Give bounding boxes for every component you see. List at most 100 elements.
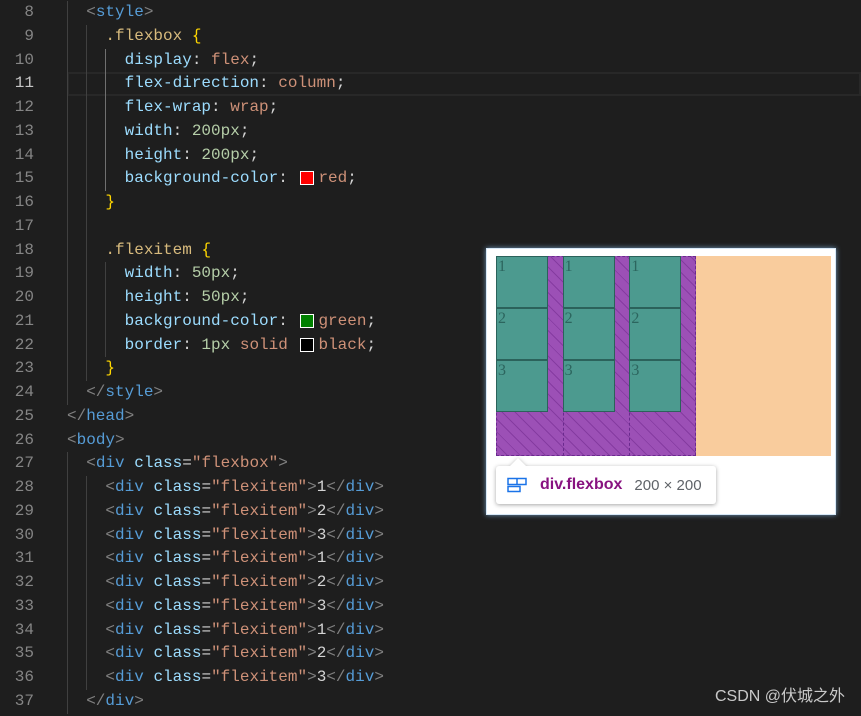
code-token: 2 — [316, 644, 327, 663]
code-token: </ — [326, 644, 346, 663]
code-line[interactable]: 32 <div class="flexitem">2</div> — [0, 571, 861, 595]
code-line[interactable]: 34 <div class="flexitem">1</div> — [0, 618, 861, 643]
line-number[interactable]: 11 — [0, 72, 34, 96]
line-number[interactable]: 20 — [0, 286, 34, 310]
code-token: div — [345, 501, 375, 520]
line-number[interactable]: 32 — [0, 571, 34, 595]
line-number[interactable]: 29 — [0, 500, 34, 524]
flex-item-highlight: 1 — [562, 256, 615, 308]
code-line[interactable]: 17 — [0, 214, 861, 239]
code-token: div — [345, 596, 375, 615]
line-number[interactable]: 10 — [0, 49, 34, 73]
code-line[interactable]: 15 background-color: red; — [0, 167, 861, 191]
line-number[interactable]: 27 — [0, 452, 34, 476]
code-token: "flexitem" — [211, 596, 308, 615]
line-number[interactable]: 17 — [0, 215, 34, 239]
line-number[interactable]: 8 — [0, 1, 34, 25]
line-number[interactable]: 34 — [0, 619, 34, 643]
code-token: = — [201, 501, 212, 520]
code-text: flex-wrap: wrap; — [67, 96, 279, 120]
flex-item-highlight: 3 — [629, 360, 682, 412]
line-number[interactable]: 23 — [0, 357, 34, 381]
code-line[interactable]: 36 <div class="flexitem">3</div> — [0, 666, 861, 690]
line-number[interactable]: 36 — [0, 666, 34, 690]
code-token: div — [115, 620, 144, 639]
line-number[interactable]: 18 — [0, 239, 34, 263]
code-text: <div class="flexbox"> — [67, 452, 288, 476]
code-token: : — [182, 288, 202, 306]
code-token: "flexitem" — [211, 501, 308, 520]
code-line[interactable]: 14 height: 200px; — [0, 143, 861, 168]
line-number[interactable]: 13 — [0, 120, 34, 144]
code-token: : — [182, 145, 202, 164]
code-token: < — [86, 3, 96, 21]
code-line[interactable]: 10 display: flex; — [0, 48, 861, 73]
code-token: : — [191, 50, 212, 69]
code-token: class — [134, 454, 183, 473]
code-token: </ — [326, 478, 346, 496]
code-line[interactable]: 9 .flexbox { — [0, 24, 861, 49]
code-text: .flexbox { — [67, 25, 201, 49]
line-number[interactable]: 26 — [0, 429, 34, 453]
code-token: = — [201, 525, 212, 544]
color-swatch[interactable] — [300, 171, 315, 186]
indent-guide — [67, 214, 68, 239]
code-token: class — [153, 501, 202, 520]
code-token: div — [115, 501, 144, 520]
code-token: class — [153, 525, 202, 544]
code-line[interactable]: 12 flex-wrap: wrap; — [0, 96, 861, 120]
code-token: : — [182, 335, 202, 354]
code-token: div — [345, 525, 375, 544]
line-number[interactable]: 35 — [0, 642, 34, 666]
line-number[interactable]: 21 — [0, 310, 34, 334]
line-number[interactable]: 31 — [0, 547, 34, 571]
code-line[interactable]: 35 <div class="flexitem">2</div> — [0, 642, 861, 666]
line-number[interactable]: 16 — [0, 191, 34, 215]
color-swatch[interactable] — [300, 337, 315, 352]
line-number[interactable]: 24 — [0, 381, 34, 405]
code-token: > — [374, 549, 384, 568]
code-token: < — [105, 620, 116, 639]
code-line[interactable]: 30 <div class="flexitem">3</div> — [0, 523, 861, 548]
line-number[interactable]: 25 — [0, 405, 34, 429]
line-number[interactable]: 12 — [0, 96, 34, 120]
line-number[interactable]: 30 — [0, 524, 34, 548]
code-text: border: 1px solid black; — [67, 334, 376, 358]
line-number[interactable]: 28 — [0, 476, 34, 500]
code-line[interactable]: 16 } — [0, 191, 861, 215]
line-number[interactable]: 22 — [0, 334, 34, 358]
line-number[interactable]: 37 — [0, 690, 34, 714]
code-token: "flexitem" — [211, 644, 308, 663]
flex-item-highlight: 2 — [562, 308, 615, 360]
code-line[interactable]: 11 flex-direction: column; — [0, 72, 861, 96]
code-token: column — [278, 74, 336, 93]
tooltip-arrow — [510, 458, 526, 466]
code-text: } — [67, 357, 115, 381]
code-text: <div class="flexitem">1</div> — [67, 619, 384, 643]
code-token: 2 — [316, 573, 327, 591]
code-line[interactable]: 31 <div class="flexitem">1</div> — [0, 547, 861, 571]
line-number[interactable]: 14 — [0, 144, 34, 168]
code-text: height: 200px; — [67, 144, 259, 168]
code-line[interactable]: 8 <style> — [0, 1, 861, 25]
code-token: ; — [230, 264, 240, 283]
code-token: < — [105, 525, 116, 544]
code-token: div — [115, 644, 144, 663]
code-token: width — [124, 264, 173, 283]
code-line[interactable]: 33 <div class="flexitem">3</div> — [0, 594, 861, 619]
line-number[interactable]: 9 — [0, 25, 34, 49]
line-number[interactable]: 15 — [0, 167, 34, 191]
line-number[interactable]: 33 — [0, 595, 34, 619]
flex-item-highlight: 2 — [496, 308, 548, 360]
line-number[interactable]: 19 — [0, 262, 34, 286]
code-line[interactable]: 13 width: 200px; — [0, 119, 861, 144]
color-swatch[interactable] — [300, 313, 315, 328]
code-token: 200px — [191, 121, 240, 140]
code-token: height — [124, 288, 183, 306]
